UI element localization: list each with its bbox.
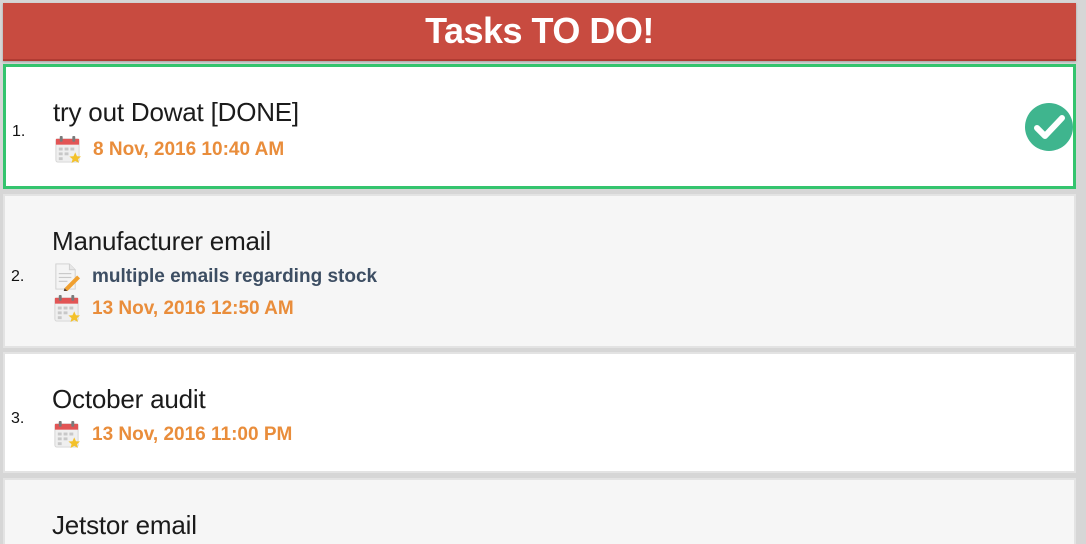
task-date: 13 Nov, 2016 11:00 PM [92,423,293,445]
task-item-3[interactable]: 3. October audit 13 Nov, 2016 11:00 PM [3,352,1076,473]
calendar-icon [54,294,81,323]
task-note-row: multiple emails regarding stock [52,262,377,291]
task-item-1[interactable]: 1. try out Dowat [DONE] 8 Nov, 2016 10:4… [3,64,1076,189]
task-date: 8 Nov, 2016 10:40 AM [93,138,285,160]
note-icon [55,263,81,291]
task-number: 3. [11,410,25,427]
task-title: October audit [52,384,206,414]
task-title: try out Dowat [DONE] [53,97,299,127]
task-date: 13 Nov, 2016 12:50 AM [92,297,294,319]
done-check-icon[interactable] [1023,101,1075,153]
task-app: Tasks TO DO! 1. try out Dowat [DONE] 8 N… [0,0,1086,544]
calendar-icon [54,420,81,449]
task-note: multiple emails regarding stock [92,265,378,287]
task-number: 2. [11,268,25,285]
task-title: Jetstor email [52,510,197,540]
task-date-row: 13 Nov, 2016 12:50 AM [52,294,294,323]
task-title: Manufacturer email [52,226,271,256]
app-header: Tasks TO DO! [3,3,1076,61]
task-item-4[interactable]: Jetstor email [3,478,1076,544]
task-date-row: 13 Nov, 2016 11:00 PM [52,420,292,449]
page-title: Tasks TO DO! [425,10,654,51]
task-date-row: 8 Nov, 2016 10:40 AM [53,135,284,164]
calendar-icon [55,135,82,164]
task-number: 1. [12,123,26,140]
task-item-2[interactable]: 2. Manufacturer email multiple emails re… [3,194,1076,348]
